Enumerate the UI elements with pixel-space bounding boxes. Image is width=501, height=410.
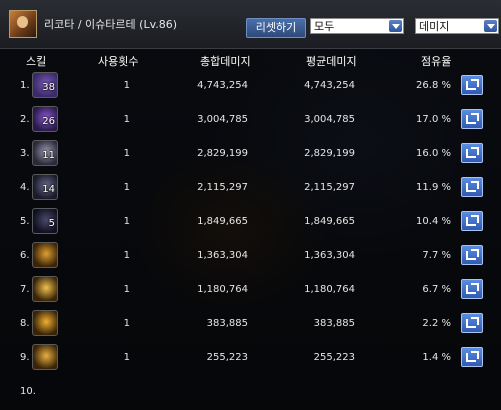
use-count: 1: [123, 182, 130, 193]
chevron-down-icon[interactable]: [484, 20, 497, 32]
export-icon[interactable]: [461, 177, 483, 197]
skill-level: 11: [42, 150, 55, 161]
average-damage: 4,743,254: [304, 80, 355, 91]
header-use-count: 사용횟수: [98, 55, 139, 68]
average-damage: 1,363,304: [304, 250, 355, 261]
damage-share: 6.7 %: [422, 284, 451, 295]
table-row: 1. 38 1 4,743,254 4,743,254 26.8 %: [0, 68, 501, 102]
chevron-down-icon[interactable]: [389, 20, 402, 32]
use-count: 1: [123, 80, 130, 91]
shadow-burst-skill-icon: 11: [32, 140, 58, 166]
damage-meter-titlebar[interactable]: 리코타 / 이슈타르테 (Lv.86) 리셋하기 모두 데미지: [0, 0, 501, 49]
header-skill: 스킬: [26, 55, 47, 68]
mode-select-value: 데미지: [419, 20, 450, 33]
total-damage: 1,363,304: [197, 250, 248, 261]
damage-share: 7.7 %: [422, 250, 451, 261]
golden-crescent-skill-icon: [32, 344, 58, 370]
table-row: 3. 11 1 2,829,199 2,829,199 16.0 %: [0, 136, 501, 170]
total-damage: 4,743,254: [197, 80, 248, 91]
table-row: 4. 14 1 2,115,297 2,115,297 11.9 %: [0, 170, 501, 204]
export-icon[interactable]: [461, 245, 483, 265]
total-damage: 3,004,785: [197, 114, 248, 125]
row-index: 9.: [20, 352, 30, 363]
use-count: 1: [123, 250, 130, 261]
filter-select[interactable]: 모두: [310, 18, 404, 34]
mode-select[interactable]: 데미지: [415, 18, 499, 34]
use-count: 1: [123, 148, 130, 159]
row-index: 5.: [20, 216, 30, 227]
table-row: 2. 26 1 3,004,785 3,004,785 17.0 %: [0, 102, 501, 136]
damage-share: 17.0 %: [416, 114, 451, 125]
export-icon[interactable]: [461, 75, 483, 95]
skill-level: 5: [48, 218, 55, 229]
dark-swirl-skill-icon: 38: [32, 72, 58, 98]
reset-button[interactable]: 리셋하기: [246, 18, 306, 38]
export-icon[interactable]: [461, 347, 483, 367]
skill-level: 38: [42, 82, 55, 93]
character-portrait-icon: [9, 10, 37, 38]
table-row: 7. 1 1,180,764 1,180,764 6.7 %: [0, 272, 501, 306]
dark-arrow-skill-icon: 14: [32, 174, 58, 200]
export-icon[interactable]: [461, 279, 483, 299]
row-index: 1.: [20, 80, 30, 91]
export-icon[interactable]: [461, 211, 483, 231]
header-total-damage: 총합데미지: [200, 55, 251, 68]
average-damage: 1,180,764: [304, 284, 355, 295]
average-damage: 1,849,665: [304, 216, 355, 227]
golden-bat-skill-icon: [32, 276, 58, 302]
night-wave-skill-icon: 5: [32, 208, 58, 234]
export-icon[interactable]: [461, 313, 483, 333]
total-damage: 2,829,199: [197, 148, 248, 159]
average-damage: 2,115,297: [304, 182, 355, 193]
export-icon[interactable]: [461, 109, 483, 129]
total-damage: 383,885: [206, 318, 248, 329]
total-damage: 2,115,297: [197, 182, 248, 193]
average-damage: 383,885: [313, 318, 355, 329]
export-icon[interactable]: [461, 143, 483, 163]
skill-level: 26: [42, 116, 55, 127]
damage-share: 26.8 %: [416, 80, 451, 91]
golden-flame-skill-icon: [32, 310, 58, 336]
character-title: 리코타 / 이슈타르테 (Lv.86): [44, 18, 178, 31]
row-index: 6.: [20, 250, 30, 261]
row-index: 2.: [20, 114, 30, 125]
row-index: 4.: [20, 182, 30, 193]
golden-claw-skill-icon: [32, 242, 58, 268]
total-damage: 255,223: [206, 352, 248, 363]
total-damage: 1,180,764: [197, 284, 248, 295]
use-count: 1: [123, 318, 130, 329]
use-count: 1: [123, 216, 130, 227]
purple-slash-skill-icon: 26: [32, 106, 58, 132]
damage-share: 11.9 %: [416, 182, 451, 193]
damage-share: 2.2 %: [422, 318, 451, 329]
table-row: 6. 1 1,363,304 1,363,304 7.7 %: [0, 238, 501, 272]
total-damage: 1,849,665: [197, 216, 248, 227]
header-average-damage: 평균데미지: [306, 55, 357, 68]
filter-select-value: 모두: [314, 20, 335, 33]
table-row: 5. 5 1 1,849,665 1,849,665 10.4 %: [0, 204, 501, 238]
damage-share: 10.4 %: [416, 216, 451, 227]
skill-level: 14: [42, 184, 55, 195]
table-row: 10.: [0, 374, 501, 408]
average-damage: 2,829,199: [304, 148, 355, 159]
row-index: 7.: [20, 284, 30, 295]
table-row: 9. 1 255,223 255,223 1.4 %: [0, 340, 501, 374]
damage-share: 1.4 %: [422, 352, 451, 363]
row-index: 3.: [20, 148, 30, 159]
table-row: 8. 1 383,885 383,885 2.2 %: [0, 306, 501, 340]
use-count: 1: [123, 352, 130, 363]
average-damage: 255,223: [313, 352, 355, 363]
damage-share: 16.0 %: [416, 148, 451, 159]
row-index: 8.: [20, 318, 30, 329]
header-share: 점유율: [421, 55, 452, 68]
row-index: 10.: [20, 386, 36, 397]
use-count: 1: [123, 114, 130, 125]
average-damage: 3,004,785: [304, 114, 355, 125]
use-count: 1: [123, 284, 130, 295]
